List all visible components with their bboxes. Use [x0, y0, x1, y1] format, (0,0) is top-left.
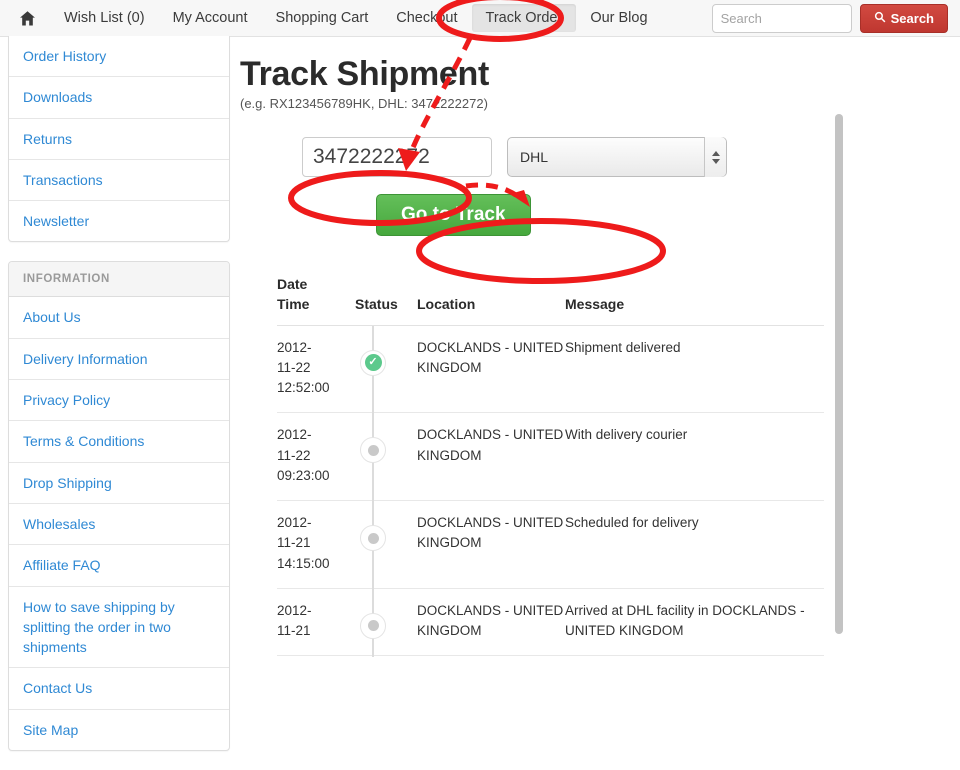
search-button[interactable]: Search	[859, 4, 948, 33]
date-part2: 11-22	[277, 359, 311, 375]
header-date-line2: Time	[277, 296, 310, 313]
top-navigation-bar: Wish List (0) My Account Shopping Cart C…	[0, 0, 960, 37]
main-content: Track Shipment (e.g. RX123456789HK, DHL:…	[240, 37, 830, 658]
column-header-date-time: Date Time	[277, 274, 355, 325]
cell-message: Shipment delivered	[565, 325, 824, 414]
sidebar-item-order-history[interactable]: Order History	[9, 36, 229, 78]
date-part1: 2012-	[277, 427, 312, 443]
page-scrollbar-thumb[interactable]	[835, 114, 843, 634]
table-row: 2012- 11-21 14:15:00 DOCKLANDS - UNITED …	[277, 500, 824, 590]
date-part2: 11-22	[277, 447, 311, 463]
header-date-line1: Date	[277, 276, 308, 292]
date-part2: 11-21	[277, 535, 311, 551]
column-header-status: Status	[355, 296, 398, 313]
search-area: Search	[711, 4, 948, 33]
page-title: Track Shipment	[240, 55, 489, 93]
home-icon[interactable]	[18, 9, 36, 27]
tracking-format-hint: (e.g. RX123456789HK, DHL: 3472222272)	[240, 96, 488, 111]
sidebar-item-contact-us[interactable]: Contact Us	[9, 668, 229, 710]
sidebar-item-how-to-save-shipping[interactable]: How to save shipping by splitting the or…	[9, 587, 229, 669]
nav-item-shopping-cart[interactable]: Shopping Cart	[262, 4, 383, 32]
date-part1: 2012-	[277, 602, 312, 618]
cell-status	[355, 500, 417, 590]
check-circle-icon: ✓	[360, 349, 386, 376]
page-scrollbar-track[interactable]	[835, 114, 843, 634]
search-button-label: Search	[890, 11, 934, 26]
nav-item-track-order[interactable]: Track Order	[471, 4, 577, 32]
cell-location: DOCKLANDS - UNITED KINGDOM	[417, 412, 565, 502]
nav-item-wish-list[interactable]: Wish List (0)	[50, 4, 159, 32]
cell-location: DOCKLANDS - UNITED KINGDOM	[417, 500, 565, 589]
cell-date-time: 2012- 11-21	[277, 588, 355, 657]
cell-status	[355, 412, 417, 503]
information-panel: INFORMATION About Us Delivery Informatio…	[8, 261, 230, 752]
column-header-location: Location	[417, 296, 476, 313]
dot-icon	[360, 612, 386, 639]
sidebar-item-delivery-information[interactable]: Delivery Information	[9, 339, 229, 381]
sidebar-item-privacy-policy[interactable]: Privacy Policy	[9, 380, 229, 422]
table-row: 2012- 11-22 09:23:00 DOCKLANDS - UNITED …	[277, 412, 824, 503]
dot-icon	[360, 525, 386, 552]
time-part: 09:23:00	[277, 467, 330, 483]
date-part1: 2012-	[277, 515, 312, 531]
sidebar-item-downloads[interactable]: Downloads	[9, 77, 229, 119]
carrier-select-value: DHL	[520, 149, 549, 165]
cell-message: Arrived at DHL facility in DOCKLANDS - U…	[565, 588, 824, 657]
sidebar-item-terms-conditions[interactable]: Terms & Conditions	[9, 421, 229, 463]
search-input[interactable]	[711, 4, 852, 33]
carrier-select[interactable]: DHL	[507, 137, 727, 177]
tracking-number-input[interactable]	[302, 137, 492, 177]
date-part2: 11-21	[277, 623, 311, 639]
nav-item-our-blog[interactable]: Our Blog	[576, 4, 661, 32]
cell-message: Scheduled for delivery	[565, 500, 824, 589]
cell-date-time: 2012- 11-22 09:23:00	[277, 412, 355, 502]
sidebar-item-site-map[interactable]: Site Map	[9, 710, 229, 750]
time-part: 14:15:00	[277, 555, 330, 571]
table-row: 2012- 11-22 12:52:00 ✓ DOCKLANDS - UNITE…	[277, 325, 824, 415]
nav-item-checkout[interactable]: Checkout	[382, 4, 471, 32]
cell-message: With delivery courier	[565, 412, 824, 502]
cell-status	[355, 588, 417, 658]
nav-item-my-account[interactable]: My Account	[159, 4, 262, 32]
stepper-arrows-icon[interactable]	[704, 137, 726, 177]
sidebar-item-newsletter[interactable]: Newsletter	[9, 201, 229, 241]
dot-icon	[360, 437, 386, 464]
cell-status: ✓	[355, 325, 417, 415]
column-header-message: Message	[565, 296, 625, 313]
table-header-row: Date Time Status Location Message	[277, 274, 824, 326]
sidebar-item-drop-shipping[interactable]: Drop Shipping	[9, 463, 229, 504]
sidebar-item-returns[interactable]: Returns	[9, 119, 229, 160]
cell-date-time: 2012- 11-22 12:52:00	[277, 325, 355, 414]
track-form: DHL	[302, 137, 830, 177]
cell-date-time: 2012- 11-21 14:15:00	[277, 500, 355, 589]
account-panel: Order History Downloads Returns Transact…	[8, 36, 230, 243]
time-part: 12:52:00	[277, 380, 330, 396]
table-row: 2012- 11-21 DOCKLANDS - UNITED KINGDOM A…	[277, 588, 824, 658]
sidebar-item-wholesales[interactable]: Wholesales	[9, 504, 229, 546]
information-panel-header: INFORMATION	[9, 262, 229, 298]
sidebar-item-about-us[interactable]: About Us	[9, 297, 229, 339]
tracking-history-table: Date Time Status Location Message 2012- …	[277, 274, 824, 658]
sidebar-item-transactions[interactable]: Transactions	[9, 160, 229, 202]
magnifier-icon	[874, 11, 886, 26]
sidebar-item-affiliate-faq[interactable]: Affiliate FAQ	[9, 545, 229, 587]
left-sidebar: Order History Downloads Returns Transact…	[8, 36, 230, 770]
cell-location: DOCKLANDS - UNITED KINGDOM	[417, 588, 565, 657]
go-to-track-button[interactable]: Go to Track	[376, 194, 531, 236]
date-part1: 2012-	[277, 339, 312, 355]
cell-location: DOCKLANDS - UNITED KINGDOM	[417, 325, 565, 414]
